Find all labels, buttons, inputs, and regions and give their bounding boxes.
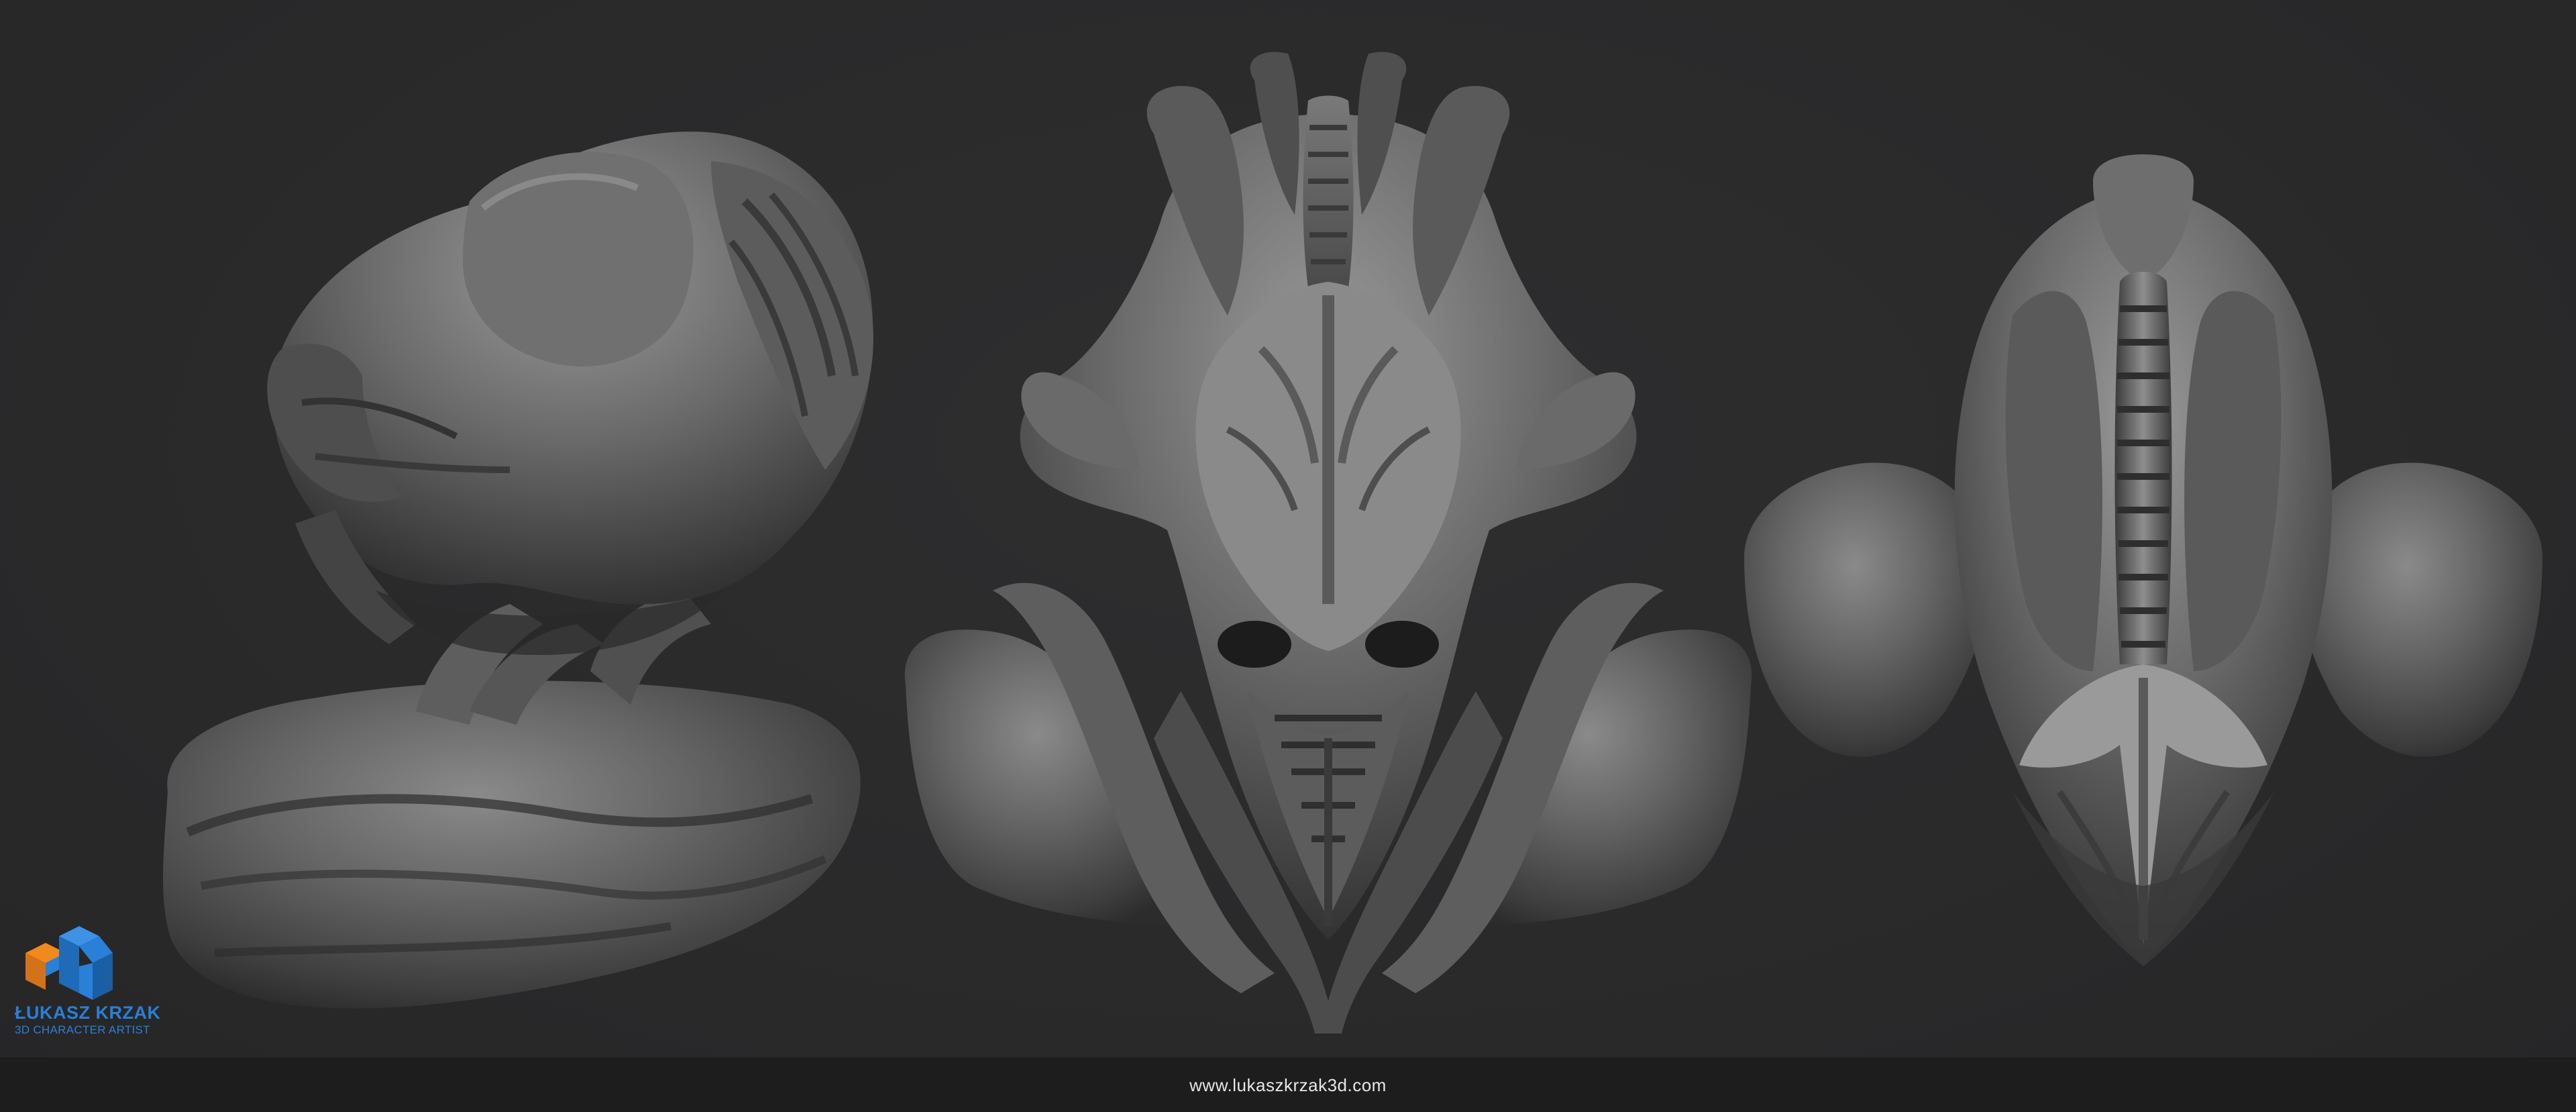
- creature-bust-side-render: [163, 132, 873, 1009]
- artwork-canvas: ŁUKASZ KRZAK 3D CHARACTER ARTIST www.luk…: [0, 0, 2576, 1112]
- website-url: www.lukaszkrzak3d.com: [1189, 1074, 1387, 1095]
- sculpt-renders-svg: [163, 52, 2542, 1033]
- creature-bust-top-render: [1744, 154, 2542, 966]
- footer-bar: www.lukaszkrzak3d.com: [0, 1057, 2576, 1112]
- artist-tagline: 3D CHARACTER ARTIST: [15, 1023, 150, 1036]
- artist-logo: ŁUKASZ KRZAK 3D CHARACTER ARTIST: [15, 926, 161, 1054]
- artist-name: ŁUKASZ KRZAK: [15, 1003, 161, 1023]
- creature-bust-front-render: [904, 52, 1752, 1033]
- lk-monogram-icon: [25, 926, 113, 1000]
- sculpt-render-area: [0, 0, 2576, 1057]
